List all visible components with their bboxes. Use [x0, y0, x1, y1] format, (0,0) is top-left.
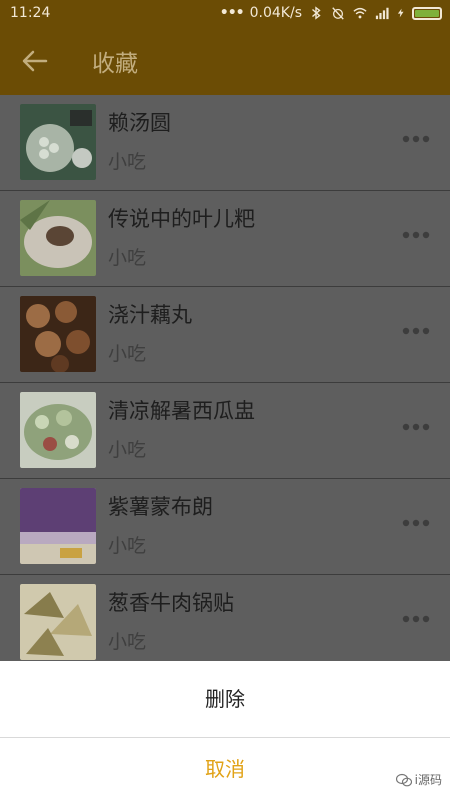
more-dots-icon: ••• [219, 5, 245, 21]
status-bar: 11:24 ••• 0.04K/s [0, 0, 450, 28]
page-title: 收藏 [92, 51, 138, 77]
dim-overlay[interactable] [0, 95, 450, 661]
status-time: 11:24 [10, 5, 51, 21]
delete-button[interactable]: 删除 [0, 661, 450, 737]
cancel-button[interactable]: 取消 [0, 738, 450, 800]
status-icons: ••• 0.04K/s [220, 5, 442, 21]
back-arrow-icon[interactable] [20, 48, 50, 74]
chat-bubble-icon [395, 773, 412, 786]
network-speed: 0.04K/s [249, 5, 302, 21]
wifi-icon [353, 7, 367, 19]
signal-icon [375, 7, 389, 20]
alarm-off-icon [332, 7, 344, 20]
watermark: i源码 [395, 771, 442, 788]
charging-icon [397, 8, 404, 18]
bluetooth-icon [312, 6, 321, 20]
app-bar: 收藏 [0, 28, 450, 95]
watermark-text: i源码 [414, 773, 442, 787]
action-sheet: 删除 取消 i源码 [0, 661, 450, 800]
battery-icon [412, 6, 442, 20]
